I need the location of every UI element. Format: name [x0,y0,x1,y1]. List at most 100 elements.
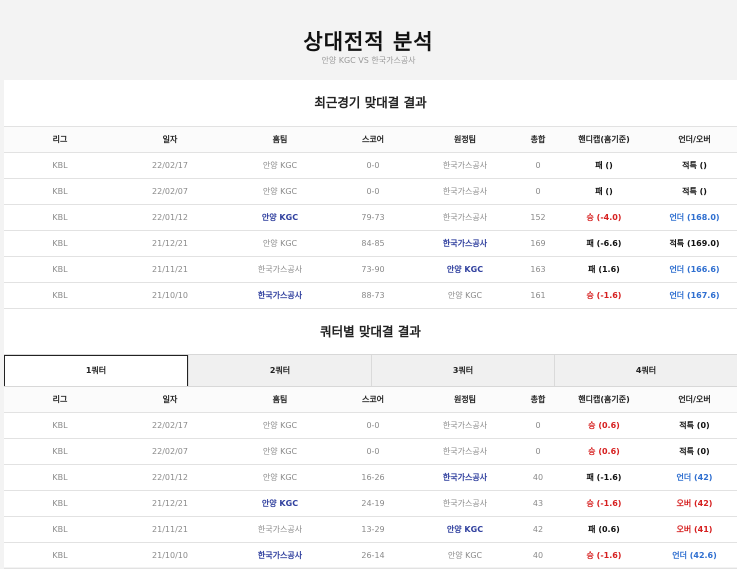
handicap-cell: 승 (0.6) [556,412,652,439]
league-cell: KBL [4,282,116,309]
handicap-cell: 승 (-1.6) [556,542,652,569]
score-cell: 0-0 [336,412,410,439]
date-cell: 22/02/17 [116,412,224,439]
table-row: KBL 22/01/12 안양 KGC 16-26 한국가스공사 40 패 (-1.6) 언더… [4,464,737,491]
handicap-cell: 패 (-1.6) [556,464,652,491]
recent-section-title: 최근경기 맞대결 결과 [314,95,427,110]
league-cell: KBL [4,152,116,179]
table-header-row: 리그 일자 홈팀 스코어 원정팀 총합 핸디캡(홈기준) 언더/오버 [4,126,737,153]
table-row: KBL 22/02/17 안양 KGC 0-0 한국가스공사 0 패 () 적특 () [4,152,737,179]
column-header-over-under: 언더/오버 [652,126,737,153]
page-header: 상대전적 분석 안양 KGC VS 한국가스공사 [0,0,737,80]
home-team-cell: 한국가스공사 [224,256,336,283]
over-under-cell: 적특 (0) [652,438,737,465]
column-header-away: 원정팀 [410,387,520,413]
league-cell: KBL [4,542,116,569]
handicap-cell: 승 (0.6) [556,438,652,465]
league-cell: KBL [4,464,116,491]
away-team-cell: 한국가스공사 [410,490,520,517]
total-cell: 40 [520,542,556,569]
score-cell: 13-29 [336,516,410,543]
league-cell: KBL [4,438,116,465]
table-row: KBL 21/11/21 한국가스공사 13-29 안양 KGC 42 패 (0.6) 오버 … [4,516,737,543]
handicap-cell: 승 (-1.6) [556,490,652,517]
away-team-cell: 한국가스공사 [410,438,520,465]
table-row: KBL 21/10/10 한국가스공사 88-73 안양 KGC 161 승 (-1.6) 언… [4,282,737,309]
score-cell: 24-19 [336,490,410,517]
total-cell: 0 [520,178,556,205]
table-row: KBL 21/12/21 안양 KGC 84-85 한국가스공사 169 패 (-6.6) 적… [4,230,737,257]
column-header-handicap: 핸디캡(홈기준) [556,387,652,413]
total-cell: 0 [520,412,556,439]
over-under-cell: 언더 (166.6) [652,256,737,283]
total-cell: 0 [520,152,556,179]
score-cell: 16-26 [336,464,410,491]
tab-quarter-4[interactable]: 4쿼터 [554,355,737,386]
score-cell: 79-73 [336,204,410,231]
tab-quarter-3[interactable]: 3쿼터 [371,355,554,386]
home-team-cell: 한국가스공사 [224,542,336,569]
date-cell: 21/12/21 [116,230,224,257]
home-team-cell: 안양 KGC [224,412,336,439]
over-under-cell: 적특 () [652,178,737,205]
home-team-cell: 안양 KGC [224,438,336,465]
column-header-over-under: 언더/오버 [652,387,737,413]
home-team-cell: 안양 KGC [224,490,336,517]
quarter-section-title: 쿼터별 맞대결 결과 [320,324,421,339]
total-cell: 161 [520,282,556,309]
over-under-cell: 오버 (42) [652,490,737,517]
away-team-cell: 안양 KGC [410,282,520,309]
score-cell: 73-90 [336,256,410,283]
table-row: KBL 21/10/10 한국가스공사 26-14 안양 KGC 40 승 (-1.6) 언더… [4,542,737,569]
away-team-cell: 한국가스공사 [410,464,520,491]
quarter-matches-table: 리그 일자 홈팀 스코어 원정팀 총합 핸디캡(홈기준) 언더/오버 KBL 22/02/17 안… [4,387,737,569]
home-team-cell: 안양 KGC [224,230,336,257]
column-header-home: 홈팀 [224,387,336,413]
away-team-cell: 안양 KGC [410,256,520,283]
away-team-cell: 한국가스공사 [410,178,520,205]
league-cell: KBL [4,412,116,439]
tab-quarter-2[interactable]: 2쿼터 [188,355,371,386]
recent-table-body: KBL 22/02/17 안양 KGC 0-0 한국가스공사 0 패 () 적특 () KBL 2… [4,152,737,309]
score-cell: 26-14 [336,542,410,569]
column-header-score: 스코어 [336,126,410,153]
recent-matches-panel: 최근경기 맞대결 결과 리그 일자 홈팀 스코어 원정팀 총합 핸디캡(홈기준) 언더/오버 … [4,80,737,309]
table-row: KBL 22/01/12 안양 KGC 79-73 한국가스공사 152 승 (-4.0) 언… [4,204,737,231]
total-cell: 169 [520,230,556,257]
over-under-cell: 오버 (41) [652,516,737,543]
total-cell: 40 [520,464,556,491]
home-team-cell: 안양 KGC [224,178,336,205]
total-cell: 163 [520,256,556,283]
column-header-score: 스코어 [336,387,410,413]
over-under-cell: 언더 (42.6) [652,542,737,569]
over-under-cell: 언더 (167.6) [652,282,737,309]
column-header-handicap: 핸디캡(홈기준) [556,126,652,153]
score-cell: 0-0 [336,178,410,205]
over-under-cell: 적특 (169.0) [652,230,737,257]
total-cell: 0 [520,438,556,465]
table-row: KBL 21/12/21 안양 KGC 24-19 한국가스공사 43 승 (-1.6) 오버… [4,490,737,517]
score-cell: 88-73 [336,282,410,309]
column-header-date: 일자 [116,126,224,153]
away-team-cell: 한국가스공사 [410,152,520,179]
column-header-away: 원정팀 [410,126,520,153]
handicap-cell: 패 (0.6) [556,516,652,543]
tab-quarter-1[interactable]: 1쿼터 [4,355,188,386]
score-cell: 0-0 [336,152,410,179]
table-row: KBL 21/11/21 한국가스공사 73-90 안양 KGC 163 패 (1.6) 언더… [4,256,737,283]
date-cell: 21/12/21 [116,490,224,517]
league-cell: KBL [4,256,116,283]
away-team-cell: 한국가스공사 [410,204,520,231]
league-cell: KBL [4,230,116,257]
page-subtitle: 안양 KGC VS 한국가스공사 [321,56,416,65]
league-cell: KBL [4,204,116,231]
date-cell: 21/10/10 [116,282,224,309]
date-cell: 22/01/12 [116,204,224,231]
column-header-league: 리그 [4,387,116,413]
table-row: KBL 22/02/07 안양 KGC 0-0 한국가스공사 0 승 (0.6) 적특 (0) [4,438,737,465]
quarter-matches-panel: 쿼터별 맞대결 결과 1쿼터 2쿼터 3쿼터 4쿼터 리그 일자 홈팀 스코어 원정팀 총합 핸디… [4,309,737,569]
handicap-cell: 패 (-6.6) [556,230,652,257]
column-header-home: 홈팀 [224,126,336,153]
column-header-date: 일자 [116,387,224,413]
date-cell: 21/11/21 [116,516,224,543]
